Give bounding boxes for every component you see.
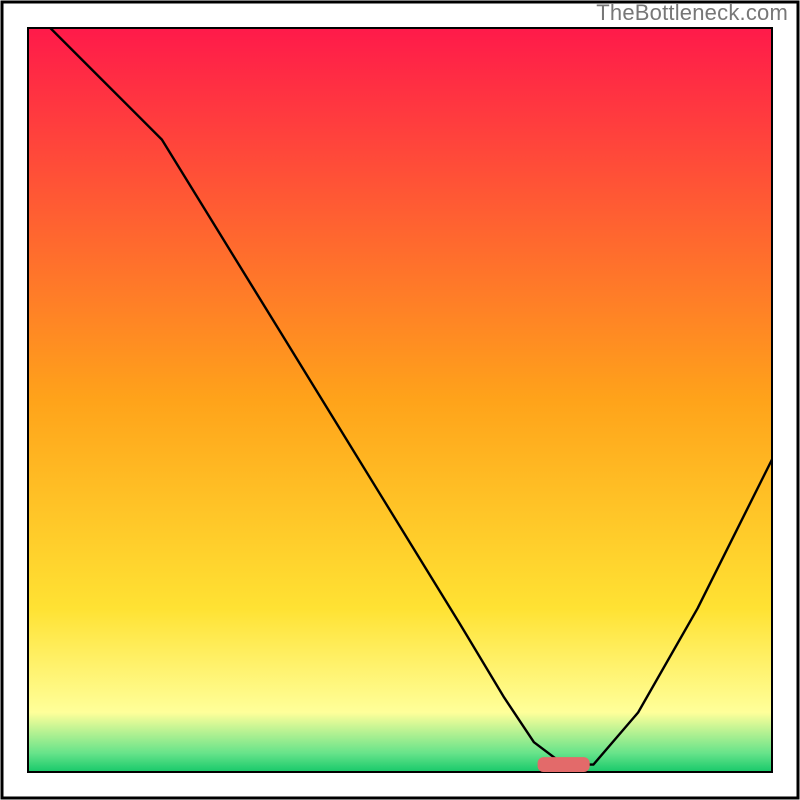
bottleneck-chart [0, 0, 800, 800]
optimum-marker [538, 757, 590, 772]
watermark-text: TheBottleneck.com [596, 0, 788, 26]
gradient-background [28, 28, 772, 772]
